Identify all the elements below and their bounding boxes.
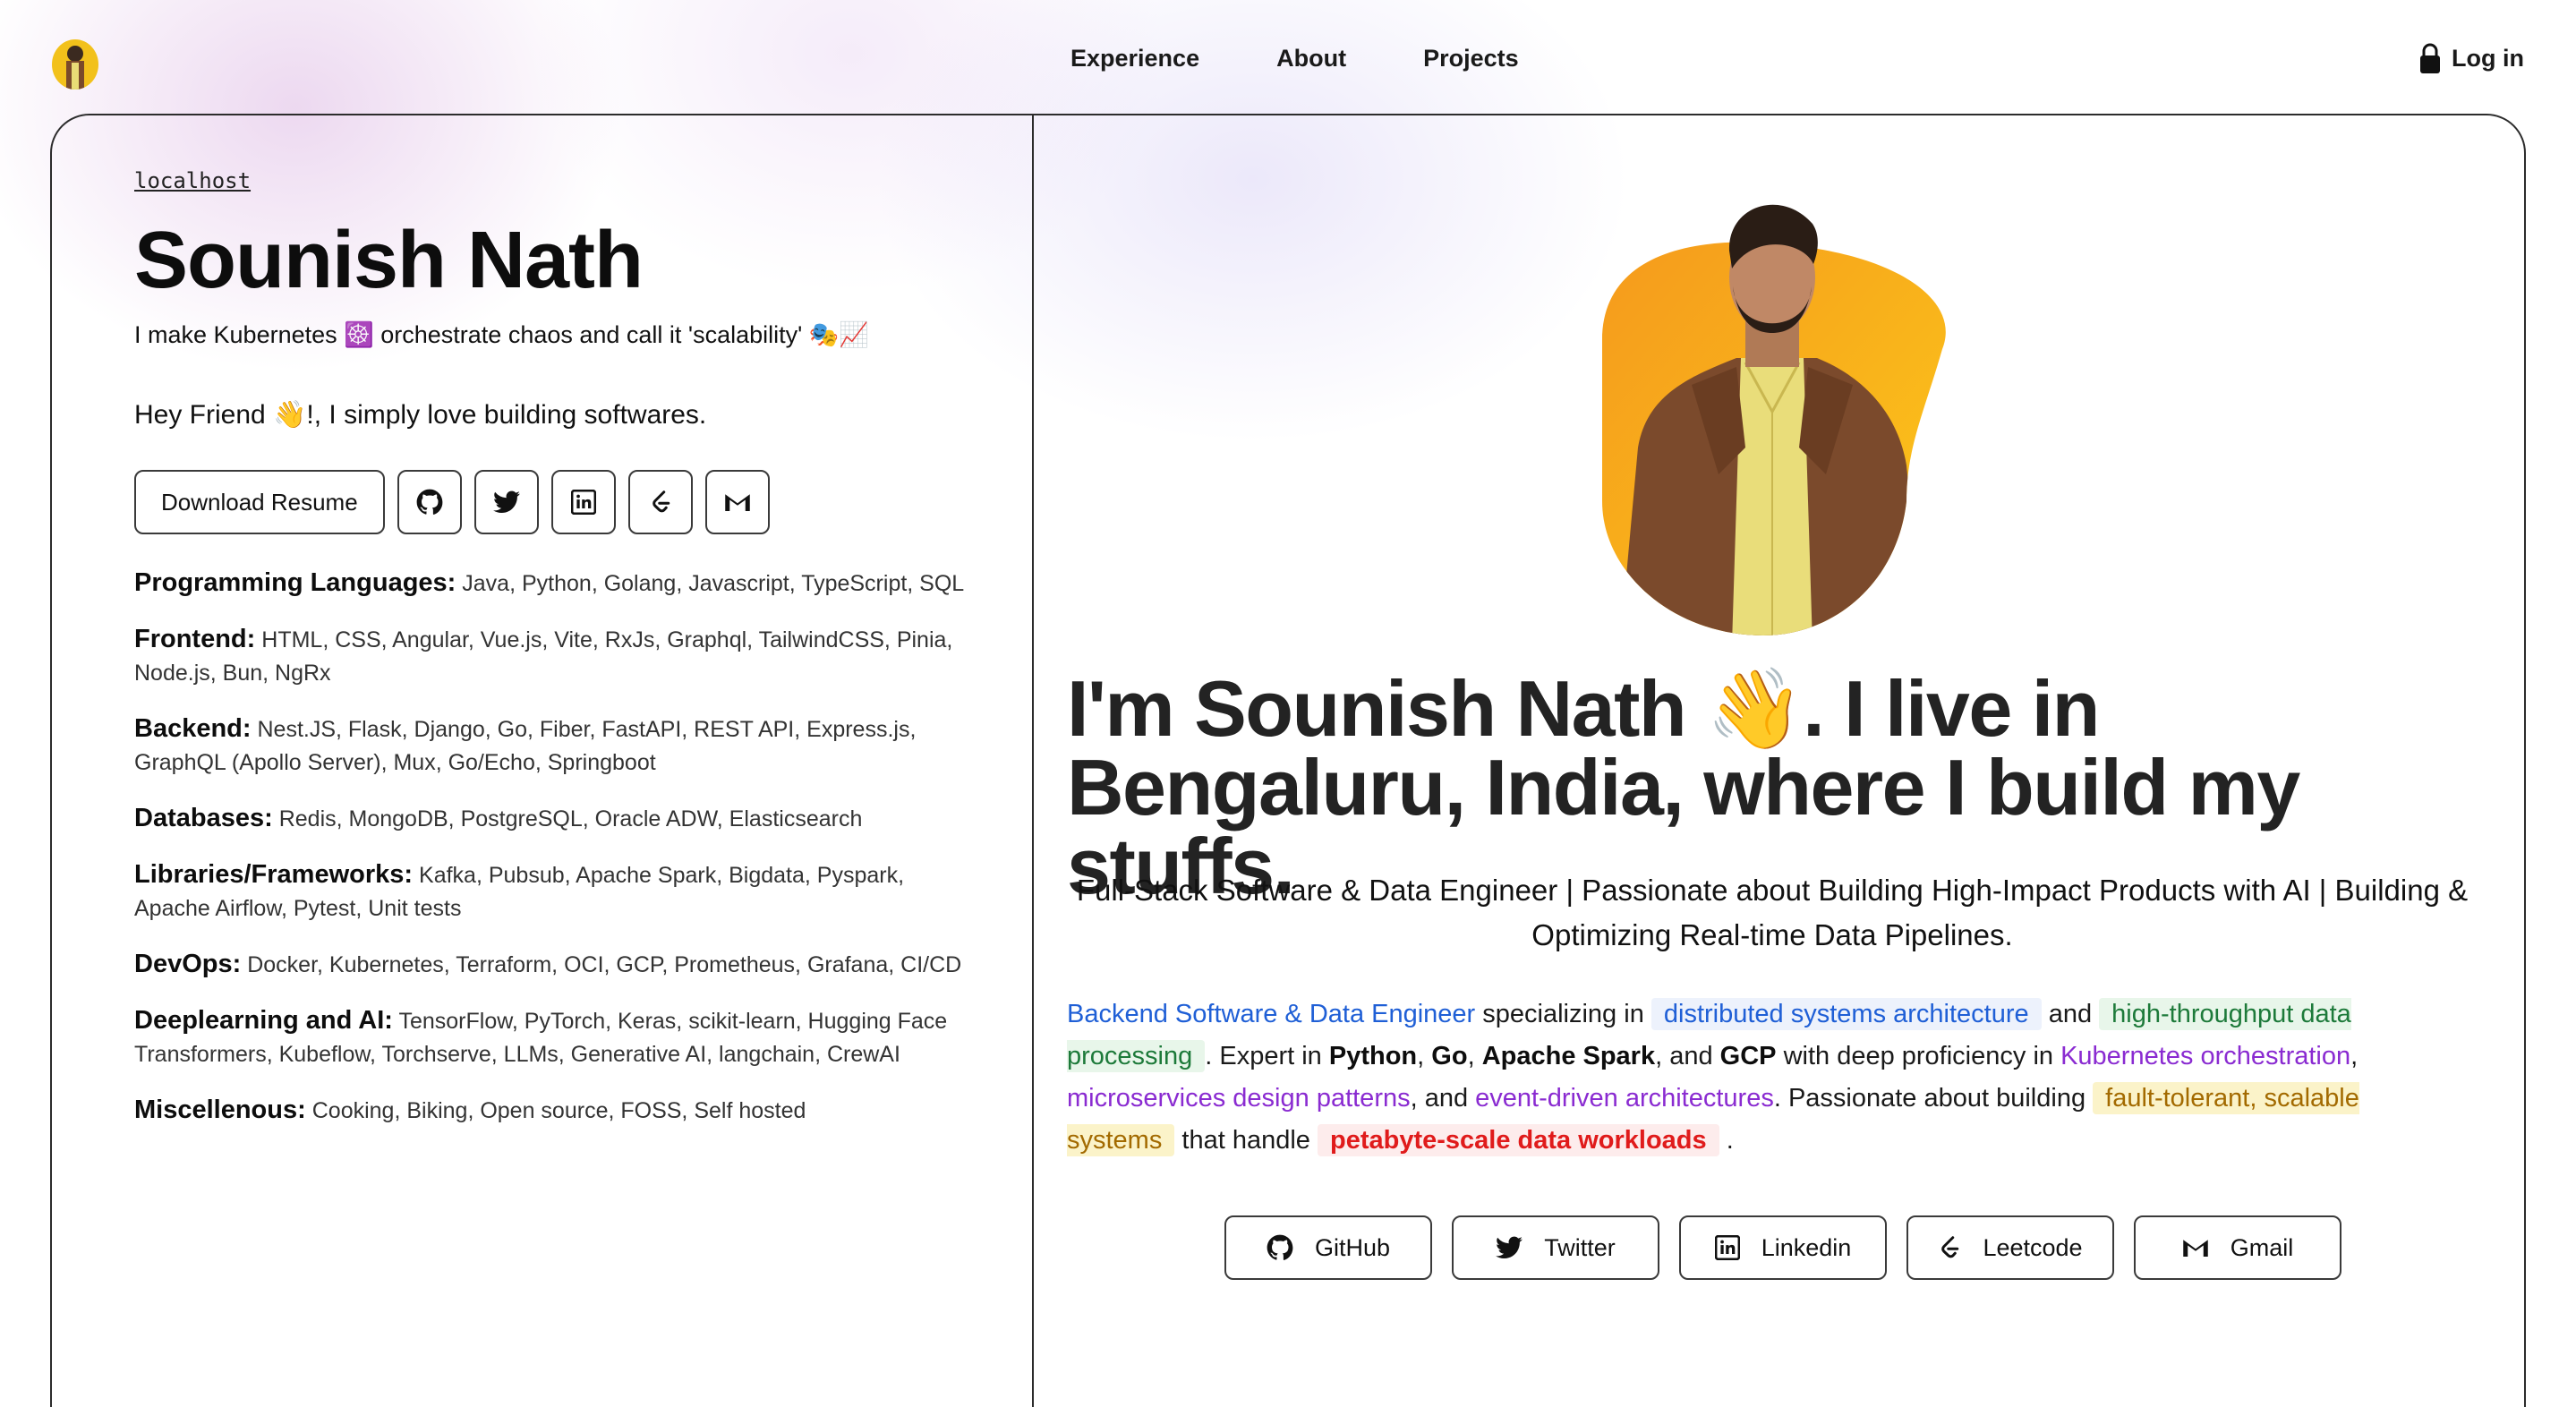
main-nav: Experience About Projects: [1070, 45, 1519, 72]
linkedin-icon: [1714, 1235, 1740, 1260]
skill-value: HTML, CSS, Angular, Vue.js, Vite, RxJs, …: [134, 627, 953, 686]
leetcode-icon: [1941, 1236, 1959, 1258]
skill-item: Databases: Redis, MongoDB, PostgreSQL, O…: [134, 802, 967, 836]
gmail-button[interactable]: Gmail: [2134, 1215, 2341, 1280]
profile-panel: localhost Sounish Nath I make Kubernetes…: [134, 168, 967, 1150]
skill-label: DevOps:: [134, 950, 242, 978]
bio-text: and: [2041, 1000, 2100, 1028]
bio-bold: Python: [1328, 1042, 1418, 1070]
nav-about[interactable]: About: [1276, 45, 1346, 72]
twitter-label: Twitter: [1544, 1233, 1616, 1261]
leetcode-label: Leetcode: [1983, 1233, 2083, 1261]
skill-value: Cooking, Biking, Open source, FOSS, Self…: [311, 1098, 806, 1123]
skill-label: Databases:: [134, 804, 273, 832]
profile-greeting: Hey Friend 👋!, I simply love building so…: [134, 400, 707, 430]
bio-text: that handle: [1174, 1126, 1318, 1155]
skill-value: Redis, MongoDB, PostgreSQL, Oracle ADW, …: [278, 806, 863, 831]
skill-value: Docker, Kubernetes, Terraform, OCI, GCP,…: [247, 952, 962, 977]
bio-bold: Apache Spark: [1481, 1042, 1656, 1070]
bio-bold: GCP: [1719, 1042, 1777, 1070]
bio-highlight: petabyte-scale data workloads: [1317, 1124, 1719, 1156]
bio-text: ,: [1417, 1042, 1432, 1070]
hero-role: Full-Stack Software & Data Engineer | Pa…: [1076, 874, 2469, 951]
download-resume-button[interactable]: Download Resume: [134, 470, 385, 534]
linkedin-icon: [570, 490, 596, 515]
bio-text: . Passionate about building: [1773, 1084, 2094, 1113]
skill-value: Java, Python, Golang, Javascript, TypeSc…: [462, 571, 965, 596]
bio-text: ,: [2350, 1042, 2358, 1070]
profile-portrait: [1566, 179, 1987, 644]
nav-projects[interactable]: Projects: [1423, 45, 1519, 72]
bio-paragraph: Backend Software & Data Engineer special…: [1067, 993, 2463, 1162]
skill-label: Programming Languages:: [134, 568, 456, 597]
github-button[interactable]: GitHub: [1224, 1215, 1432, 1280]
skill-item: Backend: Nest.JS, Flask, Django, Go, Fib…: [134, 712, 967, 780]
bio-text: ,: [1467, 1042, 1482, 1070]
twitter-icon-button[interactable]: [473, 470, 539, 534]
profile-tagline: I make Kubernetes ☸️ orchestrate chaos a…: [134, 321, 870, 348]
gmail-icon-button[interactable]: [704, 470, 770, 534]
social-links: GitHub Twitter Linkedin Leetcode Gmail: [1224, 1215, 2341, 1280]
bio-text: specializing in: [1475, 1000, 1651, 1028]
skills-list: Programming Languages: Java, Python, Gol…: [134, 567, 967, 1128]
column-divider: [1032, 115, 1034, 1407]
linkedin-button[interactable]: Linkedin: [1679, 1215, 1887, 1280]
twitter-icon: [1496, 1236, 1523, 1258]
gmail-icon: [2182, 1240, 2208, 1257]
skill-item: Programming Languages: Java, Python, Gol…: [134, 567, 967, 601]
skill-label: Deeplearning and AI:: [134, 1006, 393, 1035]
gmail-label: Gmail: [2230, 1233, 2294, 1261]
skill-item: Frontend: HTML, CSS, Angular, Vue.js, Vi…: [134, 623, 967, 690]
twitter-button[interactable]: Twitter: [1452, 1215, 1659, 1280]
github-icon-button[interactable]: [397, 470, 462, 534]
bio-bold: Go: [1431, 1042, 1468, 1070]
bio-text: , and: [1410, 1084, 1476, 1113]
top-nav-bar: Experience About Projects Log in: [0, 0, 2576, 115]
login-button[interactable]: Log in: [2419, 43, 2524, 73]
bio-highlight: distributed systems architecture: [1651, 998, 2042, 1030]
gmail-icon: [724, 494, 750, 511]
bio-text: with deep proficiency in: [1776, 1042, 2061, 1070]
skill-label: Miscellenous:: [134, 1096, 306, 1124]
profile-actions: Download Resume: [134, 470, 967, 534]
bio-highlight: Kubernetes orchestration: [2060, 1042, 2351, 1070]
avatar-logo[interactable]: [52, 39, 98, 90]
lock-icon: [2420, 43, 2441, 73]
bio-text: , and: [1655, 1042, 1720, 1070]
github-label: GitHub: [1314, 1233, 1391, 1261]
leetcode-icon-button[interactable]: [627, 470, 693, 534]
skill-label: Backend:: [134, 714, 252, 743]
host-link[interactable]: localhost: [134, 168, 251, 193]
leetcode-button[interactable]: Leetcode: [1906, 1215, 2114, 1280]
github-icon: [416, 489, 443, 515]
skill-label: Frontend:: [134, 625, 256, 653]
skill-item: Libraries/Frameworks: Kafka, Pubsub, Apa…: [134, 858, 967, 925]
nav-experience[interactable]: Experience: [1070, 45, 1199, 72]
skill-item: DevOps: Docker, Kubernetes, Terraform, O…: [134, 948, 967, 982]
bio-highlight: event-driven architectures: [1475, 1084, 1774, 1113]
profile-name: Sounish Nath: [134, 216, 644, 305]
login-label: Log in: [2452, 44, 2524, 72]
bio-text: .: [1719, 1126, 1734, 1155]
bio-highlight: Backend Software & Data Engineer: [1067, 1000, 1476, 1028]
skill-value: Nest.JS, Flask, Django, Go, Fiber, FastA…: [134, 717, 917, 775]
skill-label: Libraries/Frameworks:: [134, 860, 414, 889]
linkedin-icon-button[interactable]: [550, 470, 616, 534]
bio-text: . Expert in: [1205, 1042, 1329, 1070]
skill-item: Deeplearning and AI: TensorFlow, PyTorch…: [134, 1004, 967, 1071]
linkedin-label: Linkedin: [1761, 1233, 1852, 1261]
leetcode-icon: [652, 490, 670, 513]
twitter-icon: [492, 490, 520, 513]
bio-highlight: microservices design patterns: [1067, 1084, 1411, 1113]
github-icon: [1267, 1234, 1293, 1260]
skill-item: Miscellenous: Cooking, Biking, Open sour…: [134, 1094, 967, 1128]
